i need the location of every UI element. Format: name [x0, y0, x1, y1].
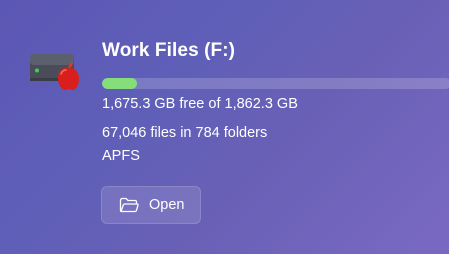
- folder-open-icon: [119, 197, 139, 213]
- external-drive-with-apple-icon: [30, 54, 79, 90]
- open-button-label: Open: [149, 197, 185, 213]
- open-button[interactable]: Open: [101, 186, 201, 224]
- free-space-text: 1,675.3 GB free of 1,862.3 GB: [102, 96, 298, 112]
- storage-usage-bar: [102, 78, 449, 89]
- storage-usage-fill: [102, 78, 137, 89]
- file-count-text: 67,046 files in 784 folders: [102, 125, 268, 141]
- drive-title: Work Files (F:): [102, 40, 236, 61]
- drive-details-card: Work Files (F:) 1,675.3 GB free of 1,862…: [0, 0, 449, 254]
- filesystem-text: APFS: [102, 148, 140, 164]
